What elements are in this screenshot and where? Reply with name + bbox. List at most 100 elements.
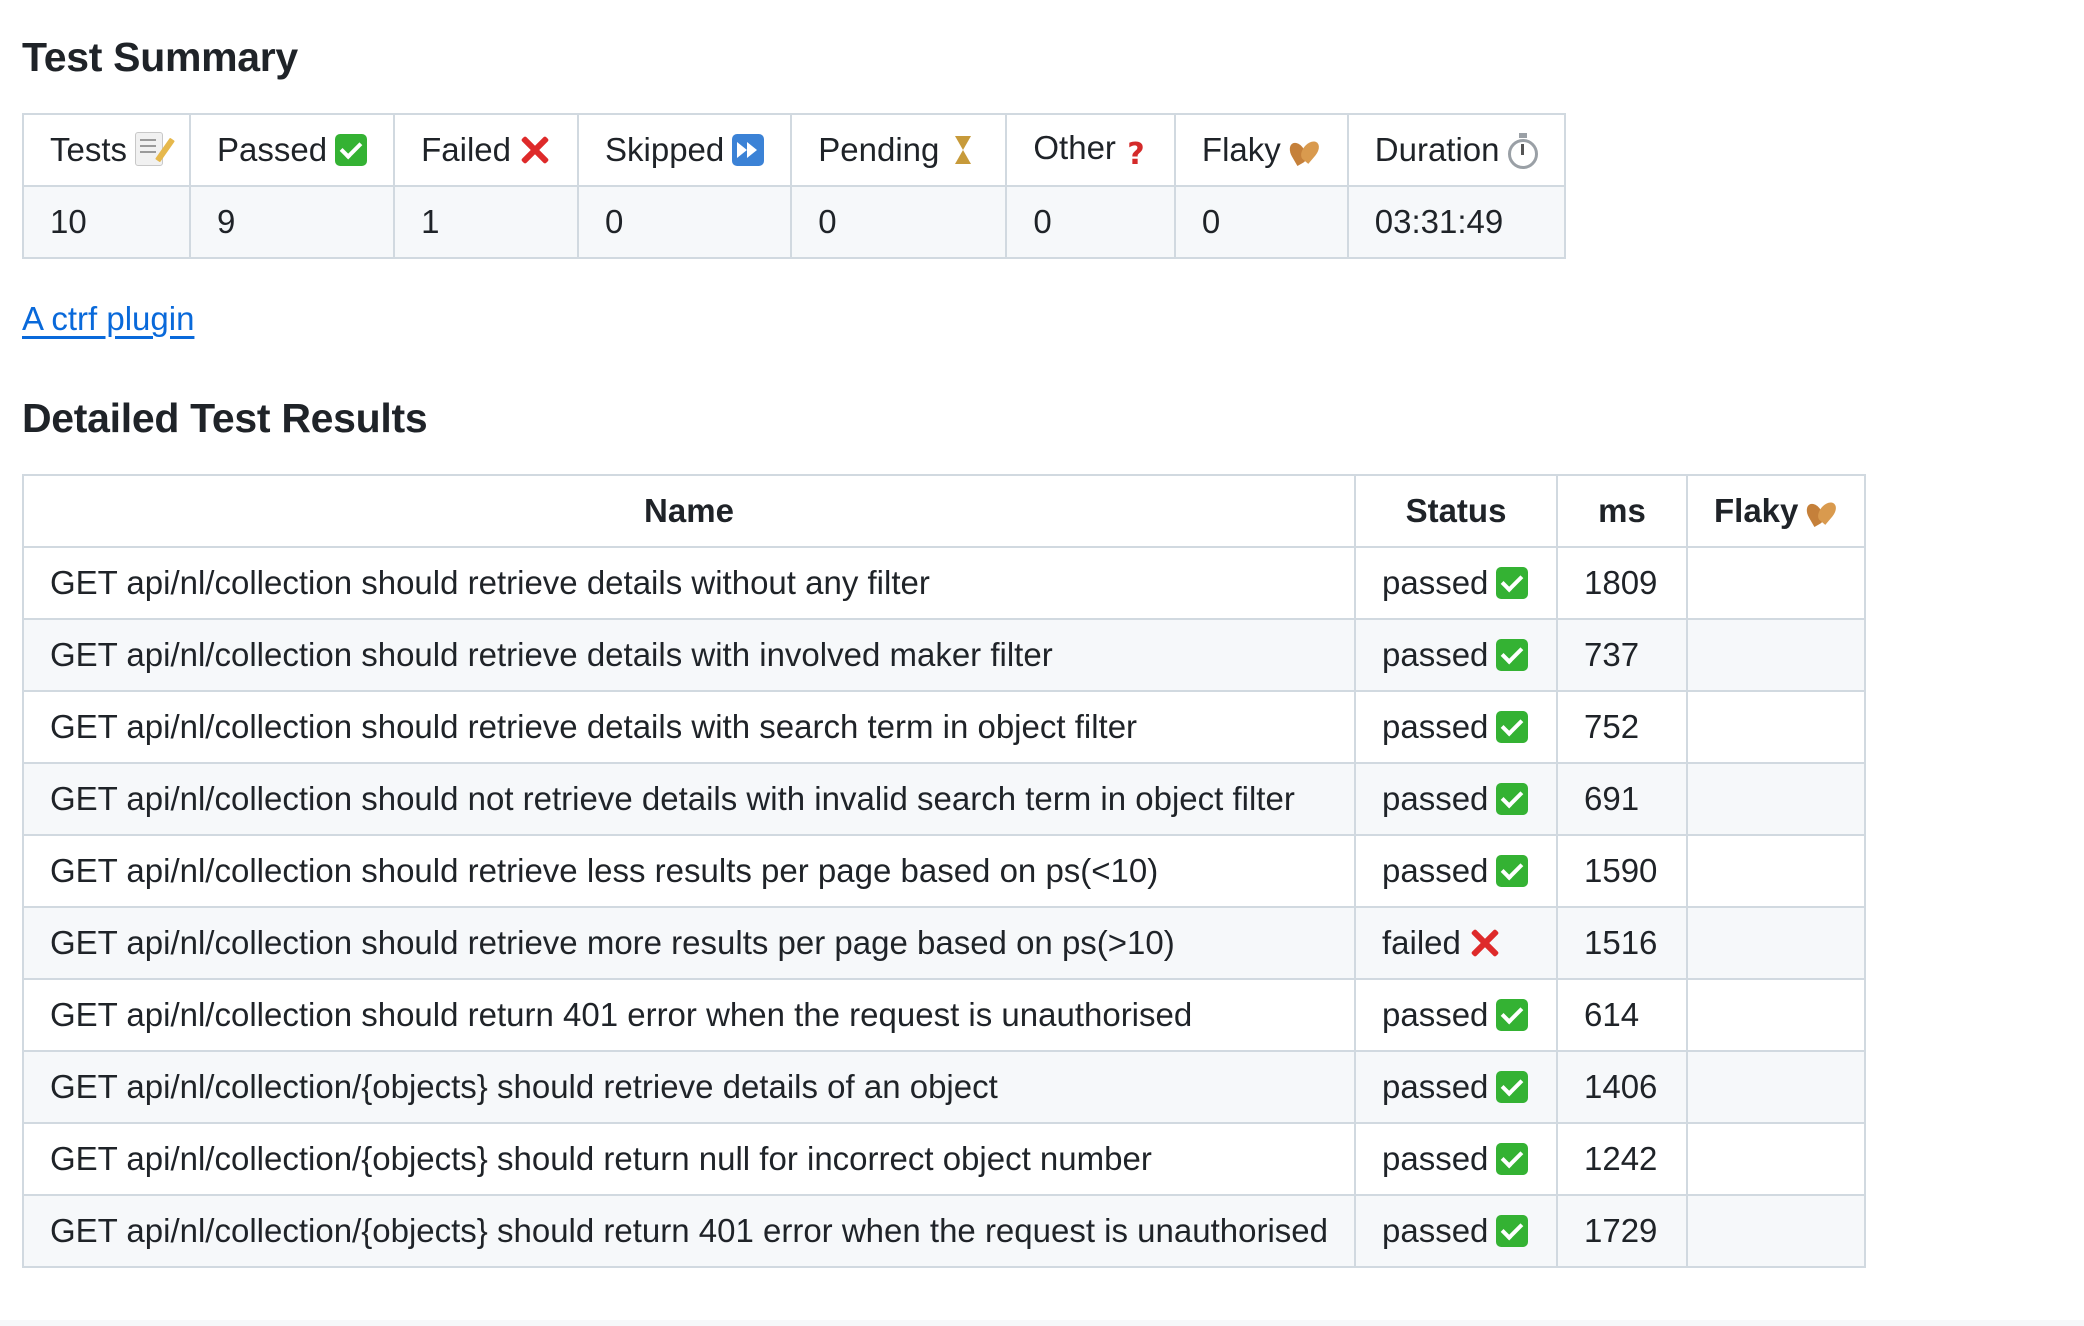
summary-value-skipped: 0 <box>576 185 793 259</box>
test-status-cell: passed <box>1354 762 1558 836</box>
test-name-cell: GET api/nl/collection/{objects} should r… <box>22 1194 1356 1268</box>
summary-value-failed: 1 <box>393 185 579 259</box>
bottom-scroll-edge <box>0 1320 2084 1326</box>
summary-col-other: Other? <box>1005 113 1176 187</box>
status-label: failed <box>1382 924 1461 961</box>
test-duration-cell: 1516 <box>1556 906 1688 980</box>
summary-col-failed: Failed <box>393 113 579 187</box>
test-status-cell: passed <box>1354 834 1558 908</box>
check-icon <box>1496 1143 1529 1175</box>
test-name-cell: GET api/nl/collection should retrieve mo… <box>22 906 1356 980</box>
test-duration-cell: 752 <box>1556 690 1688 764</box>
test-duration-cell: 737 <box>1556 618 1688 692</box>
table-row: GET api/nl/collection should not retriev… <box>22 762 1867 836</box>
details-body: GET api/nl/collection should retrieve de… <box>22 546 1867 1268</box>
details-header-row: Name Status ms Flaky <box>22 474 1867 548</box>
test-status-cell: passed <box>1354 1122 1558 1196</box>
check-icon <box>1496 783 1529 815</box>
memo-icon <box>135 132 164 166</box>
test-duration-cell: 1729 <box>1556 1194 1688 1268</box>
summary-col-label: Tests <box>50 131 128 168</box>
summary-value-tests: 10 <box>21 185 192 259</box>
test-flaky-cell <box>1685 1194 1867 1268</box>
test-duration-cell: 614 <box>1556 978 1688 1052</box>
test-status-cell: passed <box>1354 546 1558 620</box>
table-row: GET api/nl/collection should retrieve de… <box>22 690 1867 764</box>
status-label: passed <box>1382 852 1489 889</box>
test-name-cell: GET api/nl/collection should retrieve de… <box>22 618 1356 692</box>
test-flaky-cell <box>1685 906 1867 980</box>
test-flaky-cell <box>1685 546 1867 620</box>
summary-value-flaky: 0 <box>1173 185 1349 259</box>
summary-value-pending: 0 <box>790 185 1008 259</box>
status-label: passed <box>1382 708 1489 745</box>
test-status-cell: passed <box>1354 1050 1558 1124</box>
test-duration-cell: 691 <box>1556 762 1688 836</box>
test-name-cell: GET api/nl/collection should not retriev… <box>22 762 1356 836</box>
summary-col-skipped: Skipped <box>576 113 793 187</box>
summary-col-label: Pending <box>818 131 940 168</box>
test-flaky-cell <box>1685 618 1867 692</box>
test-duration-cell: 1809 <box>1556 546 1688 620</box>
summary-col-pending: Pending <box>790 113 1008 187</box>
check-icon <box>1496 1215 1529 1247</box>
status-label: passed <box>1382 636 1489 673</box>
check-icon <box>335 134 368 166</box>
summary-header-row: Tests Passed Failed Skipped Pending Othe… <box>21 113 1566 187</box>
test-status-cell: failed <box>1354 906 1558 980</box>
test-status-cell: passed <box>1354 1194 1558 1268</box>
summary-col-label: Passed <box>217 131 328 168</box>
summary-col-label: Duration <box>1374 131 1500 168</box>
test-name-cell: GET api/nl/collection should retrieve de… <box>22 690 1356 764</box>
summary-col-label: Skipped <box>605 131 725 168</box>
test-status-cell: passed <box>1354 618 1558 692</box>
test-status-cell: passed <box>1354 690 1558 764</box>
summary-col-duration: Duration <box>1346 113 1566 187</box>
test-duration-cell: 1590 <box>1556 834 1688 908</box>
table-row: GET api/nl/collection/{objects} should r… <box>22 1194 1867 1268</box>
details-col-status: Status <box>1354 474 1558 548</box>
summary-col-label: Failed <box>421 131 511 168</box>
ctrf-plugin-link[interactable]: A ctrf plugin <box>22 300 194 338</box>
status-label: passed <box>1382 1140 1489 1177</box>
test-name-cell: GET api/nl/collection should retrieve le… <box>22 834 1356 908</box>
details-col-flaky: Flaky <box>1685 474 1867 548</box>
summary-value-duration: 03:31:49 <box>1346 185 1566 259</box>
table-row: GET api/nl/collection should retrieve mo… <box>22 906 1867 980</box>
test-name-cell: GET api/nl/collection should retrieve de… <box>22 546 1356 620</box>
test-flaky-cell <box>1685 1050 1867 1124</box>
details-col-name: Name <box>22 474 1356 548</box>
status-label: passed <box>1382 780 1489 817</box>
cross-icon <box>519 134 551 166</box>
table-row: GET api/nl/collection should return 401 … <box>22 978 1867 1052</box>
summary-value-passed: 9 <box>189 185 396 259</box>
test-flaky-cell <box>1685 1122 1867 1196</box>
details-heading: Detailed Test Results <box>22 395 428 441</box>
summary-values-row: 10 9 1 0 0 0 0 03:31:49 <box>21 185 1566 259</box>
summary-col-label: Other <box>1033 129 1116 166</box>
test-name-cell: GET api/nl/collection/{objects} should r… <box>22 1122 1356 1196</box>
leaves-icon <box>1289 134 1321 166</box>
question-icon: ? <box>1127 137 1145 172</box>
check-icon <box>1496 1071 1529 1103</box>
summary-col-label: Flaky <box>1201 131 1281 168</box>
table-row: GET api/nl/collection should retrieve de… <box>22 618 1867 692</box>
summary-col-flaky: Flaky <box>1173 113 1349 187</box>
details-col-flaky-label: Flaky <box>1714 492 1799 529</box>
summary-heading: Test Summary <box>22 34 298 80</box>
table-row: GET api/nl/collection/{objects} should r… <box>22 1122 1867 1196</box>
details-table: Name Status ms Flaky GET api/nl/collecti… <box>22 474 1867 1268</box>
status-label: passed <box>1382 1068 1489 1105</box>
table-row: GET api/nl/collection should retrieve de… <box>22 546 1867 620</box>
check-icon <box>1496 567 1529 599</box>
test-name-cell: GET api/nl/collection should return 401 … <box>22 978 1356 1052</box>
test-flaky-cell <box>1685 978 1867 1052</box>
stopwatch-icon <box>1507 133 1538 169</box>
test-flaky-cell <box>1685 690 1867 764</box>
cross-icon <box>1469 927 1501 959</box>
summary-value-other: 0 <box>1005 185 1176 259</box>
leaves-icon <box>1806 495 1838 527</box>
table-row: GET api/nl/collection/{objects} should r… <box>22 1050 1867 1124</box>
status-label: passed <box>1382 564 1489 601</box>
check-icon <box>1496 711 1529 743</box>
